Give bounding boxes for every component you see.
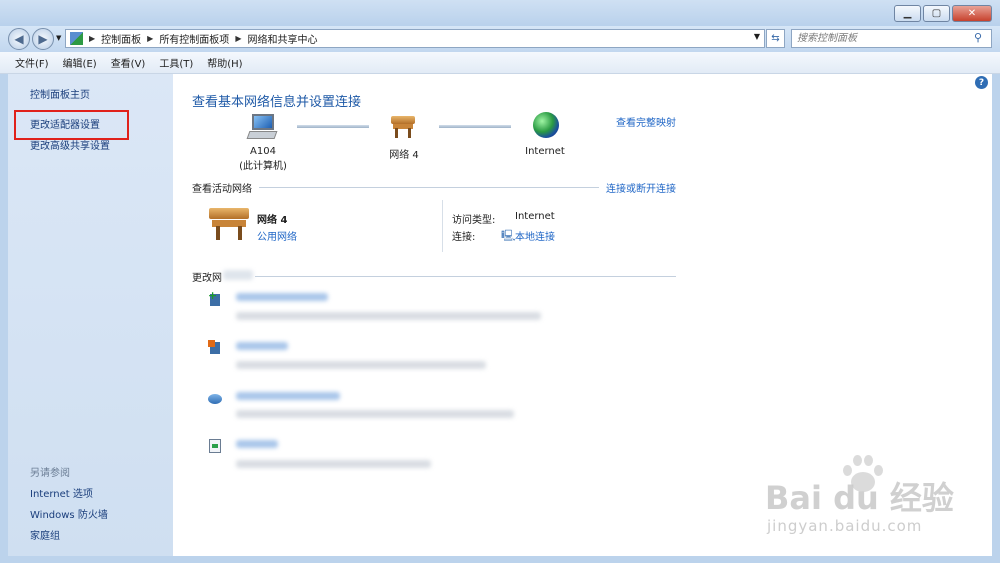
- menu-bar: 文件(F) 编辑(E) 查看(V) 工具(T) 帮助(H): [0, 52, 1000, 74]
- sidebar-link-adapter-settings[interactable]: 更改适配器设置: [30, 116, 100, 131]
- blurred-task-description: [236, 361, 486, 369]
- menu-help[interactable]: 帮助(H): [200, 55, 249, 70]
- sidebar-link-firewall[interactable]: Windows 防火墙: [30, 506, 108, 521]
- access-type-value: Internet: [515, 211, 555, 222]
- connection-line: [439, 125, 511, 128]
- computer-icon: [246, 114, 278, 140]
- forward-button[interactable]: ▶: [32, 28, 54, 50]
- local-connection-link[interactable]: 本地连接: [515, 228, 555, 243]
- section-divider: [255, 276, 676, 277]
- connect-network-icon: [208, 340, 222, 356]
- change-settings-label: 更改网: [192, 273, 222, 284]
- connection-label: 连接:: [452, 232, 476, 243]
- minimize-button[interactable]: ▁: [894, 5, 921, 22]
- breadcrumb-network-center[interactable]: 网络和共享中心: [247, 31, 317, 46]
- title-bar: ▁ ▢ ✕: [0, 0, 1000, 26]
- vertical-divider: [442, 200, 443, 252]
- new-connection-icon: +: [208, 290, 222, 308]
- menu-edit[interactable]: 编辑(E): [56, 55, 104, 70]
- sidebar-link-homegroup[interactable]: 家庭组: [30, 527, 60, 542]
- section-divider: [259, 187, 599, 188]
- network-type-link[interactable]: 公用网络: [257, 228, 297, 243]
- computer-name: A104: [250, 146, 276, 157]
- breadcrumb-separator-icon[interactable]: ▶: [147, 34, 153, 43]
- help-icon: ?: [978, 77, 985, 88]
- address-dropdown-icon[interactable]: ▼: [754, 32, 760, 41]
- sidebar: 控制面板主页 更改适配器设置 更改高级共享设置 另请参阅 Internet 选项…: [8, 74, 173, 556]
- breadcrumb-all-items[interactable]: 所有控制面板项: [159, 31, 229, 46]
- search-input[interactable]: [791, 29, 992, 48]
- internet-label: Internet: [525, 146, 565, 157]
- adapter-icon: 🖳: [501, 229, 516, 242]
- blurred-task-description: [236, 312, 541, 320]
- sidebar-link-internet-options[interactable]: Internet 选项: [30, 485, 93, 500]
- blurred-task-description: [236, 410, 514, 418]
- network-bench-large-icon: [209, 208, 249, 240]
- maximize-icon: ▢: [931, 8, 942, 19]
- homegroup-icon: [208, 390, 222, 406]
- breadcrumb-separator-icon[interactable]: ▶: [235, 34, 241, 43]
- full-map-link[interactable]: 查看完整映射: [616, 114, 676, 129]
- network-bench-icon: [391, 116, 415, 138]
- search-icon[interactable]: ⚲: [974, 31, 982, 44]
- control-panel-icon: [70, 32, 83, 45]
- internet-globe-icon: [533, 112, 559, 138]
- blurred-text: [223, 270, 253, 280]
- breadcrumb-control-panel[interactable]: 控制面板: [101, 31, 141, 46]
- access-type-label: 访问类型:: [452, 215, 496, 226]
- network-label: 网络 4: [389, 150, 419, 161]
- menu-file[interactable]: 文件(F): [8, 55, 56, 70]
- connection-line: [297, 125, 369, 128]
- main-panel: ? 查看基本网络信息并设置连接 查看完整映射 A104 (此计算机) 网络 4 …: [173, 74, 992, 556]
- address-bar[interactable]: ▶ 控制面板 ▶ 所有控制面板项 ▶ 网络和共享中心 ▼: [65, 29, 765, 48]
- help-button[interactable]: ?: [975, 76, 988, 89]
- blurred-task-link[interactable]: [236, 440, 278, 448]
- navigation-bar: ◀ ▶ ▼ ▶ 控制面板 ▶ 所有控制面板项 ▶ 网络和共享中心 ▼ ⇆ ⚲: [0, 26, 1000, 52]
- troubleshoot-icon: [208, 438, 222, 454]
- blurred-task-link[interactable]: [236, 342, 288, 350]
- see-also-heading: 另请参阅: [30, 468, 70, 479]
- maximize-button[interactable]: ▢: [923, 5, 950, 22]
- blurred-task-description: [236, 460, 431, 468]
- minimize-icon: ▁: [903, 8, 912, 19]
- page-title: 查看基本网络信息并设置连接: [192, 95, 362, 110]
- forward-arrow-icon: ▶: [38, 32, 48, 46]
- connect-disconnect-link[interactable]: 连接或断开连接: [606, 180, 676, 195]
- computer-label: A104 (此计算机): [228, 146, 298, 172]
- close-icon: ✕: [967, 8, 977, 19]
- blurred-task-link[interactable]: [236, 392, 340, 400]
- refresh-icon: ⇆: [771, 33, 780, 44]
- menu-tools[interactable]: 工具(T): [152, 55, 200, 70]
- back-button[interactable]: ◀: [8, 28, 30, 50]
- active-networks-label: 查看活动网络: [192, 184, 252, 195]
- computer-sub: (此计算机): [239, 161, 287, 172]
- breadcrumb-separator-icon[interactable]: ▶: [89, 34, 95, 43]
- blurred-task-link[interactable]: [236, 293, 328, 301]
- close-button[interactable]: ✕: [952, 5, 992, 22]
- sidebar-link-home[interactable]: 控制面板主页: [30, 86, 90, 101]
- menu-view[interactable]: 查看(V): [104, 55, 153, 70]
- active-network-name: 网络 4: [257, 215, 288, 226]
- refresh-button[interactable]: ⇆: [766, 29, 785, 48]
- sidebar-link-advanced-sharing[interactable]: 更改高级共享设置: [30, 137, 110, 152]
- back-arrow-icon: ◀: [14, 32, 24, 46]
- history-dropdown-icon[interactable]: ▼: [56, 34, 61, 42]
